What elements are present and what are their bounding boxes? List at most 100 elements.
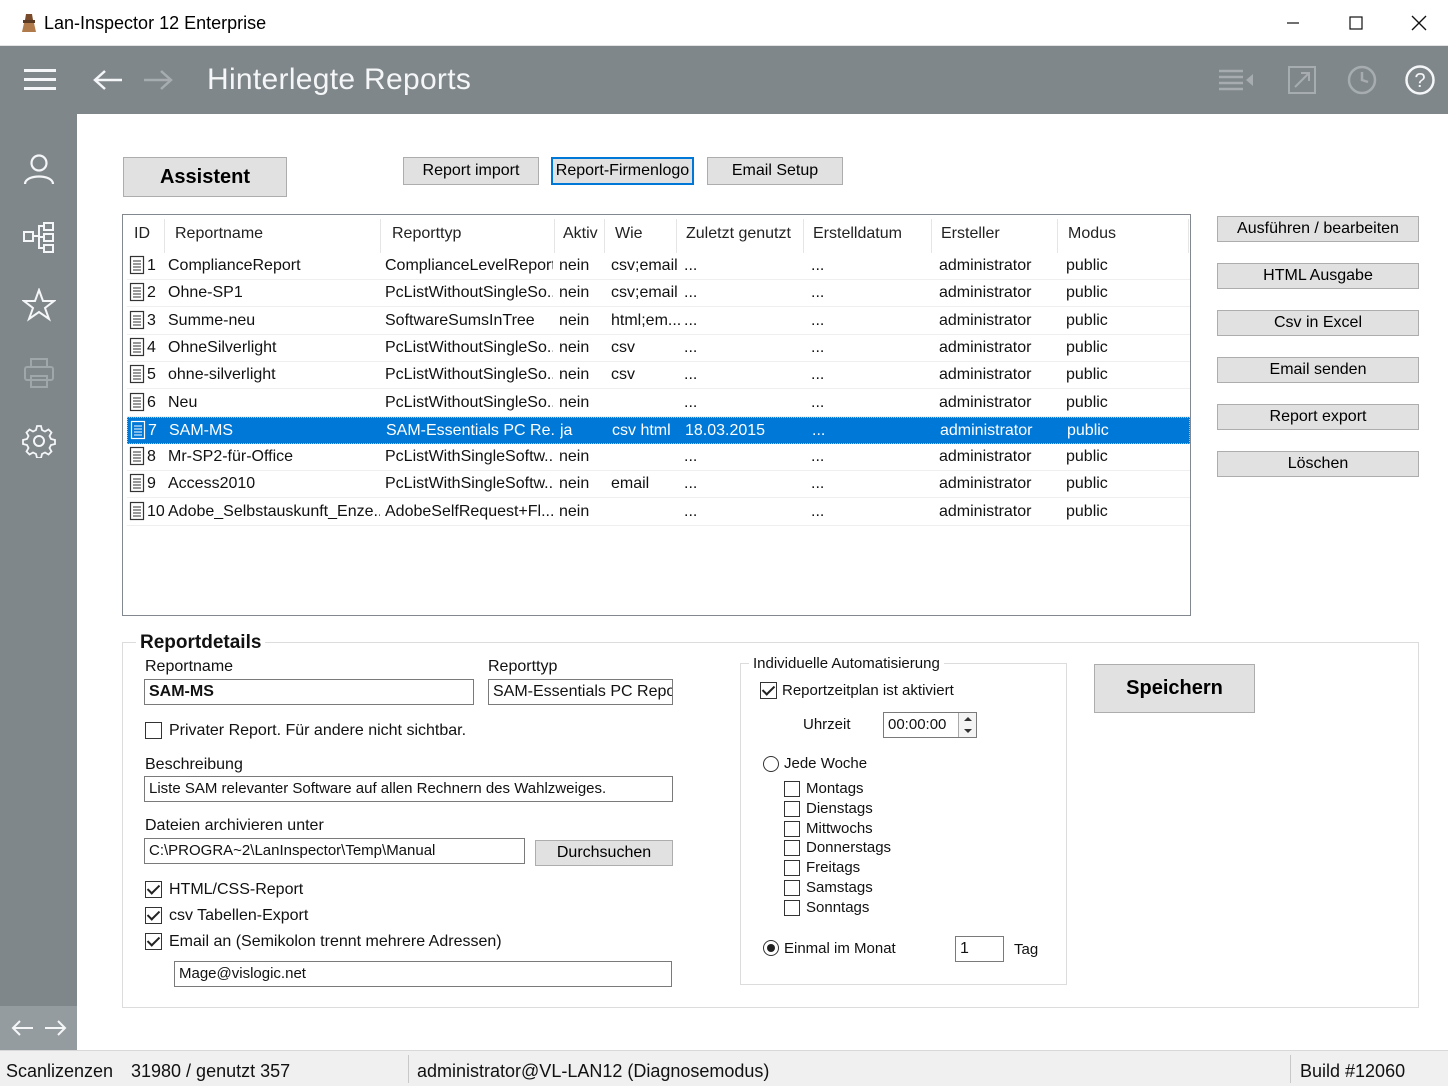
gear-icon [22, 425, 56, 458]
cell-created: ... [811, 448, 825, 466]
column-header-wie[interactable]: Wie [615, 225, 643, 243]
list-collapse-button[interactable] [1216, 60, 1256, 100]
cell-id: 3 [147, 311, 156, 329]
cell-reportname: ComplianceReport [168, 257, 301, 274]
arrow-left-icon[interactable] [11, 1019, 35, 1037]
column-header-id[interactable]: ID [134, 225, 150, 243]
cell-active: nein [559, 393, 590, 411]
weekday-label: Montags [806, 780, 864, 797]
archive-path-field[interactable]: C:\PROGRA~2\LanInspector\Temp\Manual [144, 838, 525, 864]
table-row[interactable]: 8 Mr-SP2-für-Office PcListWithSingleSoftw.… [127, 444, 1190, 472]
browse-button[interactable]: Durchsuchen [535, 840, 673, 866]
table-row[interactable]: 4 OhneSilverlight PcListWithoutSingleSo...… [127, 335, 1190, 362]
email-setup-button[interactable]: Email Setup [707, 157, 843, 185]
sidebar-item-settings[interactable] [18, 420, 60, 462]
description-field[interactable]: Liste SAM relevanter Software auf allen … [144, 776, 673, 802]
minimize-button[interactable] [1262, 0, 1324, 46]
cell-mode: public [1066, 284, 1108, 302]
column-header-zuletzt-genutzt[interactable]: Zuletzt genutzt [686, 225, 791, 243]
cell-id: 4 [147, 338, 156, 356]
table-row[interactable]: 7 SAM-MS SAM-Essentials PC Re... ja csv html… [127, 416, 1190, 444]
back-button[interactable] [88, 60, 128, 100]
csv-excel-button[interactable]: Csv in Excel [1217, 310, 1419, 336]
sidebar-item-favorites[interactable] [18, 284, 60, 326]
table-row[interactable]: 1 ComplianceReport ComplianceLevelReport ne… [127, 253, 1190, 280]
maximize-button[interactable] [1325, 0, 1387, 46]
spinner-down-icon[interactable] [959, 725, 977, 737]
weekday-checkbox[interactable] [784, 880, 800, 896]
table-row[interactable]: 6 Neu PcListWithoutSingleSo... nein...... ad… [127, 390, 1190, 417]
delete-button[interactable]: Löschen [1217, 451, 1419, 477]
status-bar: Scanlizenzen 31980 / genutzt 357 adminis… [0, 1050, 1448, 1086]
table-row[interactable]: 5 ohne-silverlight PcListWithoutSingleSo..… [127, 362, 1190, 390]
private-report-checkbox[interactable] [145, 722, 162, 739]
forward-button[interactable] [138, 60, 178, 100]
column-header-ersteller[interactable]: Ersteller [941, 225, 1000, 243]
sidebar-item-users[interactable] [18, 148, 60, 190]
sidebar-item-network[interactable] [18, 216, 60, 258]
weekday-checkbox[interactable] [784, 840, 800, 857]
assistant-button[interactable]: Assistent [123, 157, 287, 197]
monthly-radio[interactable] [763, 940, 779, 956]
expand-button[interactable] [1282, 60, 1322, 100]
cell-last-used: ... [684, 311, 698, 329]
send-email-button[interactable]: Email senden [1217, 357, 1419, 383]
run-edit-button[interactable]: Ausführen / bearbeiten [1217, 216, 1419, 242]
report-logo-button[interactable]: Report-Firmenlogo [551, 157, 694, 185]
csv-export-checkbox[interactable] [145, 907, 162, 924]
cell-reporttype: SAM-Essentials PC Re... [386, 421, 554, 439]
cell-active: nein [559, 257, 590, 274]
email-address-field[interactable]: Mage@vislogic.net [174, 961, 672, 987]
column-header-reportname[interactable]: Reportname [175, 225, 263, 243]
table-row[interactable]: 10 Adobe_Selbstauskunft_Enze... AdobeSelfR… [127, 499, 1190, 526]
schedule-enabled-checkbox[interactable] [760, 682, 777, 699]
column-header-erstelldatum[interactable]: Erstelldatum [813, 225, 902, 243]
html-css-report-checkbox[interactable] [145, 881, 162, 898]
column-header-aktiv[interactable]: Aktiv [563, 225, 598, 243]
html-output-button[interactable]: HTML Ausgabe [1217, 263, 1419, 289]
weekday-label: Sonntags [806, 898, 870, 916]
time-field[interactable]: 00:00:00 [883, 712, 977, 738]
column-header-modus[interactable]: Modus [1068, 225, 1116, 243]
cell-last-used: 18.03.2015 [685, 421, 766, 439]
cell-active: nein [559, 338, 590, 356]
cell-created: ... [811, 475, 825, 493]
weekday-checkbox[interactable] [784, 860, 800, 877]
weekday-checkbox[interactable] [784, 820, 800, 837]
reportname-field[interactable]: SAM-MS [144, 679, 474, 705]
network-tree-icon [23, 222, 54, 253]
cell-reportname: SAM-MS [169, 421, 233, 439]
cell-mode: public [1066, 475, 1108, 493]
cell-creator: administrator [939, 366, 1032, 384]
table-row[interactable]: 9 Access2010 PcListWithSingleSoftw... nein e… [127, 471, 1190, 499]
report-import-button[interactable]: Report import [403, 157, 539, 185]
report-export-button[interactable]: Report export [1217, 404, 1419, 430]
hamburger-menu-button[interactable] [20, 60, 60, 100]
arrow-right-icon [144, 70, 173, 90]
table-row[interactable]: 3 Summe-neu SoftwareSumsInTree nein html;em.… [127, 308, 1190, 335]
reporttype-field[interactable]: SAM-Essentials PC Report [488, 679, 673, 705]
history-button[interactable] [1342, 60, 1382, 100]
reports-table[interactable]: ID Reportname Reporttyp Aktiv Wie Zuletz… [122, 214, 1191, 616]
app-header: Hinterlegte Reports ? [0, 46, 1448, 114]
document-icon [129, 474, 145, 493]
close-button[interactable] [1388, 0, 1448, 46]
sidebar-item-print[interactable] [18, 352, 60, 394]
window-title: Lan-Inspector 12 Enterprise [44, 13, 267, 33]
time-spinner[interactable] [958, 713, 976, 737]
arrow-right-icon[interactable] [43, 1019, 67, 1037]
column-header-reporttyp[interactable]: Reporttyp [392, 225, 461, 243]
weekday-checkbox[interactable] [784, 899, 800, 916]
weekly-radio[interactable] [763, 756, 779, 772]
help-button[interactable]: ? [1400, 60, 1440, 100]
table-row[interactable]: 2 Ohne-SP1 PcListWithoutSingleSo... nein csv… [127, 280, 1190, 308]
document-icon [129, 255, 145, 275]
weekday-checkbox[interactable] [784, 781, 800, 797]
email-checkbox[interactable] [145, 933, 162, 950]
month-day-field[interactable]: 1 [955, 936, 1004, 962]
weekday-checkbox[interactable] [784, 800, 800, 817]
cell-mode: public [1066, 311, 1108, 329]
save-button[interactable]: Speichern [1094, 664, 1255, 713]
spinner-up-icon[interactable] [959, 713, 977, 725]
cell-how: csv;email [611, 257, 678, 274]
